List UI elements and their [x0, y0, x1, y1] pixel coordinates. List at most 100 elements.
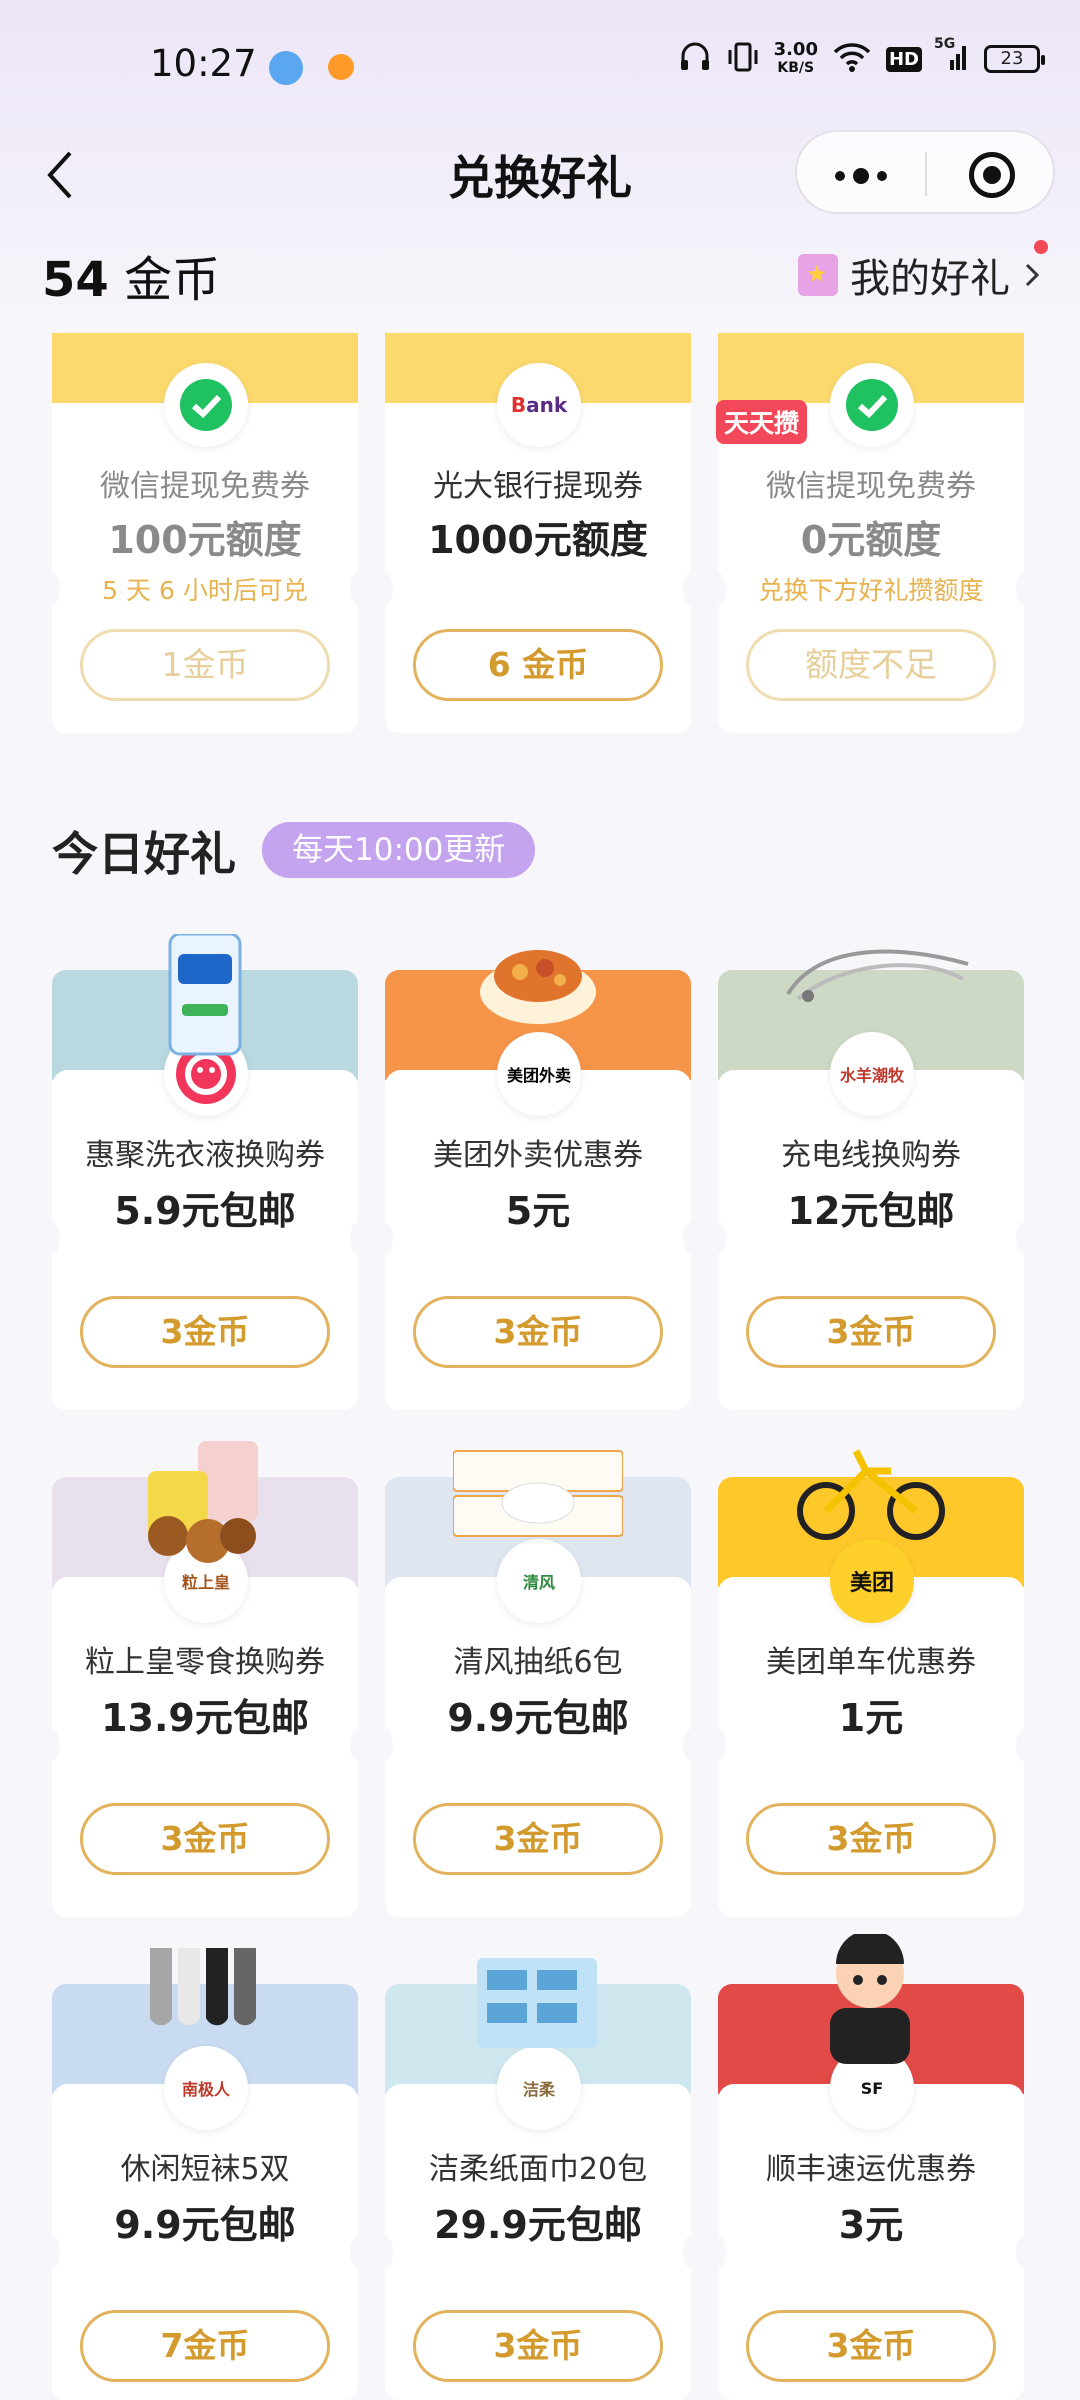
card-notch — [683, 1729, 699, 1761]
voucher-card[interactable]: 微信提现免费券 100元额度 5 天 6 小时后可兑 1金币 — [52, 333, 358, 733]
brand-logo: 水羊潮牧 — [830, 1032, 914, 1116]
chevron-right-icon — [1025, 263, 1040, 287]
gift-price: 3元 — [838, 2203, 904, 2247]
product-image — [797, 1441, 945, 1551]
card-notch — [683, 2236, 699, 2268]
notification-dot-icon — [326, 52, 356, 86]
gift-name: 清风抽纸6包 — [453, 1645, 623, 1680]
gift-card[interactable]: 清风清风抽纸6包 9.9元包邮 3金币 — [377, 1450, 699, 1917]
brand-logo: 洁柔 — [497, 2046, 581, 2130]
vibrate-icon — [726, 40, 760, 78]
card-notch — [710, 1729, 726, 1761]
product-image — [786, 934, 969, 1044]
redeem-button[interactable]: 3金币 — [413, 1296, 663, 1368]
card-notch — [710, 1222, 726, 1254]
gift-price: 12元包邮 — [787, 1189, 955, 1233]
card-notch — [44, 2236, 60, 2268]
card-notch — [377, 1222, 393, 1254]
card-notch — [350, 2236, 366, 2268]
card-notch — [710, 2236, 726, 2268]
network-speed: 3.00 KB/S — [774, 41, 818, 77]
gift-price: 1元 — [838, 1696, 904, 1740]
gift-price: 9.9元包邮 — [114, 2203, 296, 2247]
close-mini-program-button[interactable] — [969, 152, 1015, 198]
gift-card[interactable]: 水羊潮牧充电线换购券 12元包邮 3金币 — [710, 949, 1032, 1410]
card-logo — [164, 363, 248, 447]
speed-unit: KB/S — [777, 60, 815, 76]
my-gifts-label: 我的好礼 — [850, 256, 1010, 302]
more-dot-icon — [835, 171, 845, 181]
coin-balance: 54 金币 — [42, 240, 220, 310]
bank-logo-icon: Bank — [510, 393, 568, 417]
redeem-button[interactable]: 7金币 — [80, 2310, 330, 2382]
voucher-note: 5 天 6 小时后可兑 — [102, 576, 308, 605]
card-logo — [830, 363, 914, 447]
daily-save-tag: 天天攒 — [716, 400, 808, 444]
redeem-button[interactable]: 3金币 — [746, 2310, 996, 2382]
redeem-button[interactable]: 3金币 — [80, 1296, 330, 1368]
gift-card[interactable]: SF 顺丰速运优惠券 3元 3金币 — [710, 1930, 1032, 2400]
new-badge-dot — [1034, 240, 1048, 254]
voucher-card[interactable]: 微信提现免费券 0元额度 兑换下方好礼攒额度 额度不足 — [718, 333, 1024, 733]
redeem-button[interactable]: 额度不足 — [746, 629, 996, 701]
compass-icon — [266, 48, 306, 92]
product-image — [475, 934, 601, 1044]
product-image — [452, 1441, 624, 1551]
gift-card[interactable]: 粒上皇粒上皇零食换购券 13.9元包邮 3金币 — [44, 1441, 366, 1917]
gift-price: 5.9元包邮 — [114, 1189, 296, 1233]
redeem-button[interactable]: 3金币 — [80, 1803, 330, 1875]
headset-icon — [678, 40, 712, 78]
mini-program-capsule — [795, 130, 1055, 214]
gift-name: 休闲短袜5双 — [120, 2152, 290, 2187]
redeem-button[interactable]: 6 金币 — [413, 629, 663, 701]
more-dot-icon — [853, 168, 869, 184]
gift-card[interactable]: 洁柔 洁柔纸面巾20包 29.9元包邮 3金币 — [377, 1958, 699, 2400]
gift-card[interactable]: 南极人休闲短袜5双 9.9元包邮 7金币 — [44, 1948, 366, 2400]
battery-indicator: 23 — [984, 45, 1045, 73]
card-notch — [1016, 1729, 1032, 1761]
card-notch — [683, 1222, 699, 1254]
voucher-card[interactable]: Bank 光大银行提现券 1000元额度 6 金币 — [385, 333, 691, 733]
card-notch — [377, 2236, 393, 2268]
gift-card[interactable]: 美团外卖 美团外卖优惠券 5元 3金币 — [377, 950, 699, 1410]
wechat-check-icon — [846, 379, 898, 431]
gift-name: 充电线换购券 — [781, 1138, 961, 1173]
brand-logo: 南极人 — [164, 2046, 248, 2130]
my-gifts-link[interactable]: 我的好礼 — [798, 246, 1042, 304]
more-dot-icon — [877, 171, 887, 181]
gift-price: 13.9元包邮 — [101, 1696, 309, 1740]
card-notch — [350, 1222, 366, 1254]
product-image — [142, 1948, 268, 2058]
voucher-name: 微信提现免费券 — [100, 469, 310, 504]
redeem-button[interactable]: 3金币 — [413, 1803, 663, 1875]
redeem-button[interactable]: 3金币 — [413, 2310, 663, 2382]
speed-value: 3.00 — [773, 39, 818, 60]
card-notch — [44, 1222, 60, 1254]
gift-card[interactable]: 美团 美团单车优惠券 1元 3金币 — [710, 1449, 1032, 1917]
coin-count: 54 — [42, 252, 109, 308]
brand-logo-text: 南极人 — [181, 2080, 230, 2099]
brand-logo-text: 清风 — [522, 1573, 555, 1592]
more-button[interactable] — [835, 168, 887, 184]
section-title: 今日好礼 — [52, 827, 236, 881]
brand-logo: 美团 — [830, 1539, 914, 1623]
gift-name: 顺丰速运优惠券 — [766, 2152, 976, 2187]
brand-logo-text: 美团 — [849, 1571, 894, 1596]
wechat-check-icon — [180, 379, 232, 431]
gift-price: 5元 — [505, 1189, 571, 1233]
gift-price: 9.9元包邮 — [447, 1696, 629, 1740]
hd-badge: HD — [885, 46, 922, 72]
redeem-button[interactable]: 1金币 — [80, 629, 330, 701]
gift-name: 粒上皇零食换购券 — [85, 1645, 325, 1680]
brand-logo-text: 粒上皇 — [181, 1573, 230, 1592]
coin-unit: 金币 — [124, 252, 221, 308]
card-notch — [350, 1729, 366, 1761]
brand-logo-text: 洁柔 — [522, 2080, 555, 2099]
redeem-button[interactable]: 3金币 — [746, 1803, 996, 1875]
status-icons: 3.00 KB/S HD 5G 23 — [678, 36, 1045, 78]
gift-name: 洁柔纸面巾20包 — [428, 2152, 648, 2187]
brand-logo-text: 美团外卖 — [506, 1066, 571, 1085]
redeem-button[interactable]: 3金币 — [746, 1296, 996, 1368]
gift-card[interactable]: 惠聚洗衣液换购券 5.9元包邮 3金币 — [44, 932, 366, 1410]
voucher-note: 兑换下方好礼攒额度 — [758, 576, 984, 605]
